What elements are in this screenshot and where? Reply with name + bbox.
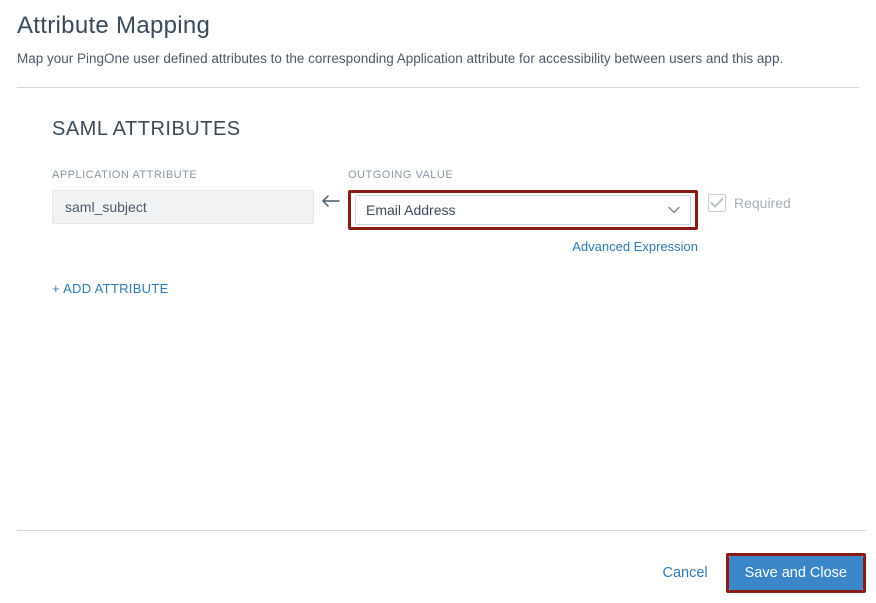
outgoing-value-selected: Email Address [366, 202, 455, 218]
page-description: Map your PingOne user defined attributes… [17, 50, 859, 69]
add-attribute-link[interactable]: + ADD ATTRIBUTE [52, 281, 169, 296]
attribute-row: APPLICATION ATTRIBUTE OUTGOING VALUE Ema… [52, 169, 859, 256]
page-title: Attribute Mapping [17, 12, 859, 40]
chevron-down-icon [668, 206, 680, 214]
saml-attributes-section: SAML ATTRIBUTES APPLICATION ATTRIBUTE OU… [17, 88, 859, 298]
section-title: SAML ATTRIBUTES [52, 118, 859, 141]
outgoing-value-label: OUTGOING VALUE [348, 169, 698, 181]
application-attribute-input[interactable] [52, 190, 314, 224]
required-label: Required [734, 195, 791, 211]
advanced-expression-link[interactable]: Advanced Expression [572, 239, 698, 254]
arrow-left-icon [322, 195, 340, 207]
application-attribute-label: APPLICATION ATTRIBUTE [52, 169, 314, 181]
outgoing-value-select[interactable]: Email Address [348, 190, 698, 230]
footer: Cancel Save and Close [17, 530, 866, 593]
cancel-button[interactable]: Cancel [662, 565, 707, 581]
required-checkbox[interactable] [708, 194, 726, 212]
save-button-highlight: Save and Close [726, 553, 866, 593]
save-and-close-button[interactable]: Save and Close [729, 556, 863, 590]
